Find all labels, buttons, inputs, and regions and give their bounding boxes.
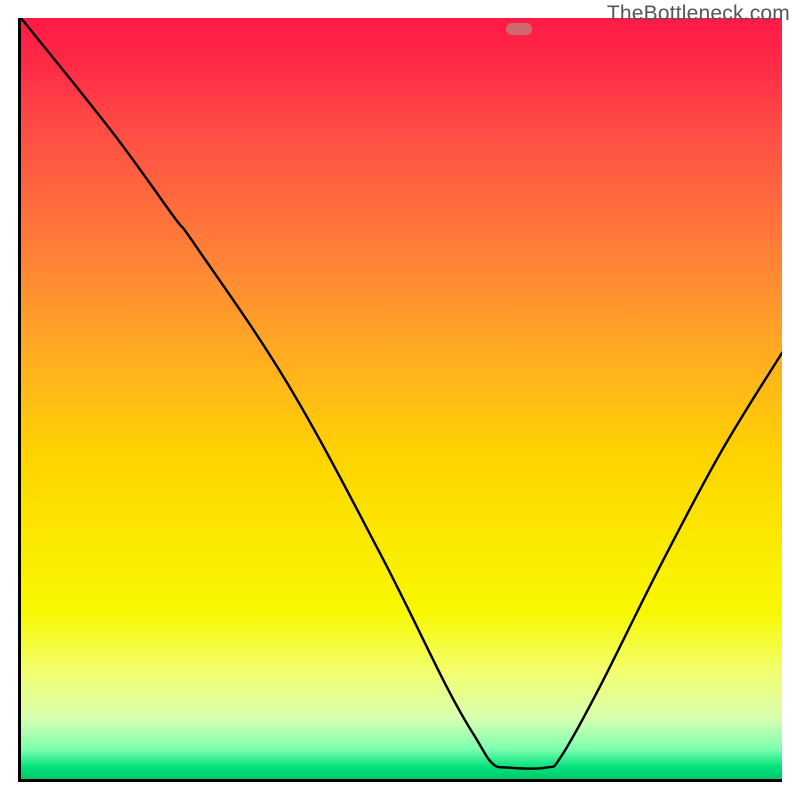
- bottleneck-curve: [21, 18, 782, 779]
- optimal-point-marker: [506, 23, 532, 35]
- chart-frame: TheBottleneck.com: [0, 0, 800, 800]
- plot-area: [18, 18, 782, 782]
- watermark-text: TheBottleneck.com: [607, 2, 790, 26]
